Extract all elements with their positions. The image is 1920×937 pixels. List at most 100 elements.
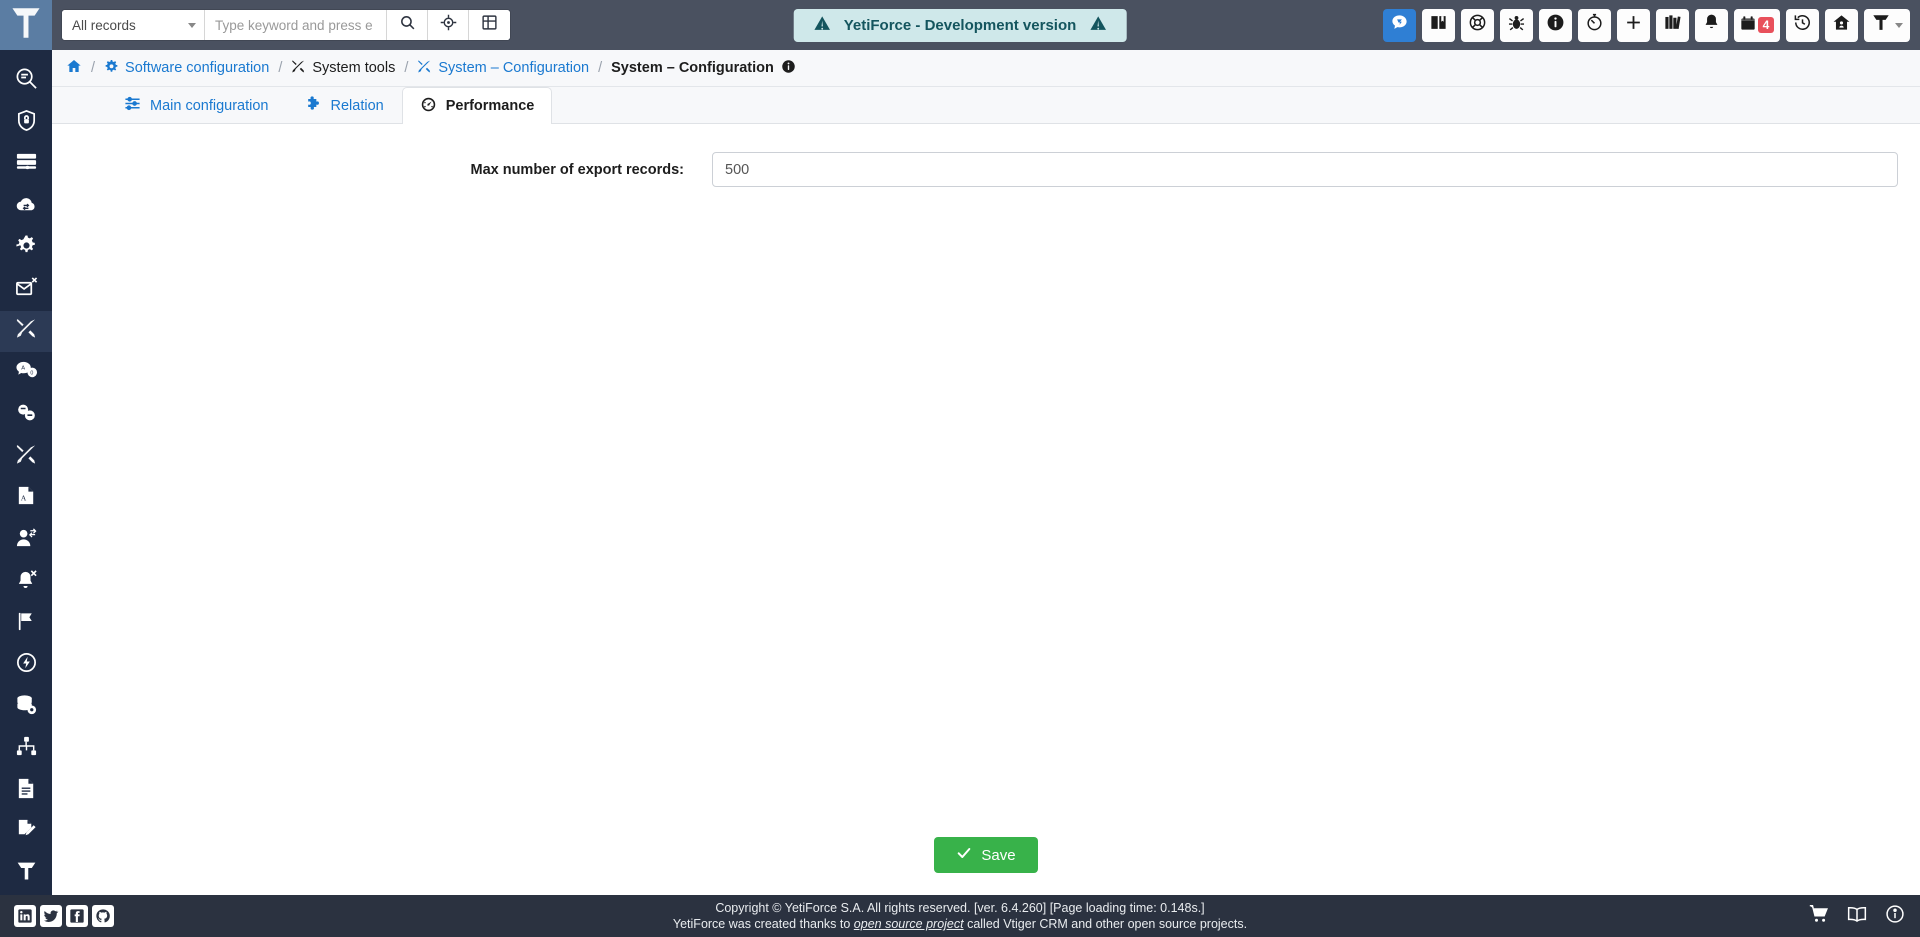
search-button[interactable] <box>387 10 428 40</box>
information-button[interactable] <box>1539 8 1572 42</box>
quick-create-button[interactable] <box>1617 8 1650 42</box>
documentation-button[interactable] <box>1422 8 1455 42</box>
sidebar-item-logs[interactable] <box>0 770 52 812</box>
page-info-icon[interactable] <box>781 59 796 78</box>
info-circle-icon[interactable] <box>1884 904 1906 929</box>
book-open-icon[interactable] <box>1846 904 1868 929</box>
records-filter-value: All records <box>72 17 136 33</box>
info-circle-icon <box>1546 13 1565 37</box>
home-icon <box>1832 13 1851 37</box>
bell-slash-icon <box>15 568 38 596</box>
breadcrumb-label: System – Configuration <box>438 60 590 76</box>
life-ring-icon <box>1468 13 1487 37</box>
top-bar: All records Type keyword and press e Yet… <box>0 0 1920 50</box>
bolt-circle-icon <box>15 651 38 679</box>
sidebar-item-editor[interactable] <box>0 812 52 854</box>
breadcrumb-item-system-configuration[interactable]: System – Configuration <box>417 59 589 78</box>
github-icon[interactable] <box>92 905 114 927</box>
svg-text:A: A <box>21 366 25 372</box>
shopping-cart-icon[interactable] <box>1808 904 1830 929</box>
breadcrumb: / Software configuration / System tools … <box>52 50 1920 87</box>
chevron-down-icon <box>188 22 196 28</box>
linkedin-icon[interactable] <box>14 905 36 927</box>
open-source-project-link[interactable]: open source project <box>854 917 964 931</box>
sidebar-item-database[interactable] <box>0 144 52 186</box>
breadcrumb-item-system-tools[interactable]: System tools <box>291 59 395 78</box>
search-input[interactable] <box>205 10 387 40</box>
user-arrows-icon <box>15 526 38 554</box>
max-export-records-label: Max number of export records: <box>470 161 684 178</box>
knowledge-base-button[interactable] <box>1656 8 1689 42</box>
advanced-search-button[interactable] <box>428 10 469 40</box>
sidebar-item-backup[interactable] <box>0 686 52 728</box>
calendar-badge: 4 <box>1758 17 1774 33</box>
server-list-icon <box>15 150 38 178</box>
save-button[interactable]: Save <box>934 837 1038 873</box>
tab-label: Main configuration <box>150 97 269 114</box>
top-right-toolbar: 4 <box>1383 8 1920 42</box>
breadcrumb-home-link[interactable] <box>66 58 82 78</box>
tools-icon <box>291 59 306 78</box>
notifications-button[interactable] <box>1695 8 1728 42</box>
history-button[interactable] <box>1786 8 1819 42</box>
sidebar-item-performance[interactable] <box>0 645 52 687</box>
report-bug-button[interactable] <box>1500 8 1533 42</box>
max-export-records-field-wrapper <box>712 152 1898 187</box>
link-icon <box>15 401 38 429</box>
bug-icon <box>1507 13 1526 37</box>
time-control-button[interactable] <box>1578 8 1611 42</box>
twitter-icon[interactable] <box>40 905 62 927</box>
breadcrumb-separator: / <box>91 60 96 76</box>
user-menu-button[interactable] <box>1864 8 1910 42</box>
copyright-line-1: Copyright © YetiForce S.A. All rights re… <box>715 901 1205 915</box>
max-export-records-input[interactable] <box>712 152 1898 187</box>
sidebar-item-search-records[interactable] <box>0 60 52 102</box>
page-footer: Copyright © YetiForce S.A. All rights re… <box>0 895 1920 937</box>
grid-view-button[interactable] <box>469 10 510 40</box>
chat-button[interactable] <box>1383 8 1416 42</box>
sidebar-item-configuration[interactable] <box>0 436 52 478</box>
tab-relation[interactable]: Relation <box>287 87 402 123</box>
sidebar-item-mail[interactable] <box>0 269 52 311</box>
left-sidebar: A0 A <box>0 50 52 895</box>
facebook-icon[interactable] <box>66 905 88 927</box>
tab-main-configuration[interactable]: Main configuration <box>106 87 287 123</box>
breadcrumb-label: Software configuration <box>125 60 270 76</box>
app-logo[interactable] <box>0 0 52 50</box>
records-filter-select[interactable]: All records <box>62 10 205 40</box>
sidebar-item-links[interactable] <box>0 394 52 436</box>
tools-icon <box>417 59 432 78</box>
cogs-icon <box>15 234 38 262</box>
flag-icon <box>15 610 38 638</box>
sidebar-item-translations[interactable]: A0 <box>0 352 52 394</box>
sidebar-item-system-tools[interactable] <box>0 310 52 353</box>
breadcrumb-separator: / <box>404 60 409 76</box>
warning-triangle-icon <box>814 15 831 36</box>
configuration-form: Max number of export records: Save <box>52 124 1920 895</box>
sidebar-item-flags[interactable] <box>0 603 52 645</box>
sidebar-item-security[interactable] <box>0 102 52 144</box>
sidebar-item-notifications[interactable] <box>0 561 52 603</box>
books-icon <box>1663 13 1682 37</box>
breadcrumb-item-software-configuration[interactable]: Software configuration <box>104 59 269 78</box>
sidebar-item-users[interactable] <box>0 519 52 561</box>
breadcrumb-label: System tools <box>312 60 396 76</box>
calendar-button[interactable]: 4 <box>1734 8 1780 42</box>
tab-performance[interactable]: Performance <box>401 87 553 124</box>
sidebar-item-integration[interactable] <box>0 185 52 227</box>
home-button[interactable] <box>1825 8 1858 42</box>
sidebar-item-automation[interactable] <box>0 227 52 269</box>
grid-icon <box>481 14 498 36</box>
main-content: / Software configuration / System tools … <box>52 50 1920 895</box>
sidebar-item-branding[interactable] <box>0 853 52 895</box>
development-version-text: YetiForce - Development version <box>843 16 1077 34</box>
pdf-icon: A <box>15 484 38 512</box>
shield-lock-icon <box>15 109 38 137</box>
database-gear-icon <box>15 693 38 721</box>
chevron-down-icon <box>1895 22 1903 28</box>
breadcrumb-separator: / <box>278 60 283 76</box>
sidebar-item-workflow[interactable] <box>0 728 52 770</box>
footer-right-icons <box>1808 904 1906 929</box>
sidebar-item-pdf[interactable]: A <box>0 478 52 520</box>
support-button[interactable] <box>1461 8 1494 42</box>
